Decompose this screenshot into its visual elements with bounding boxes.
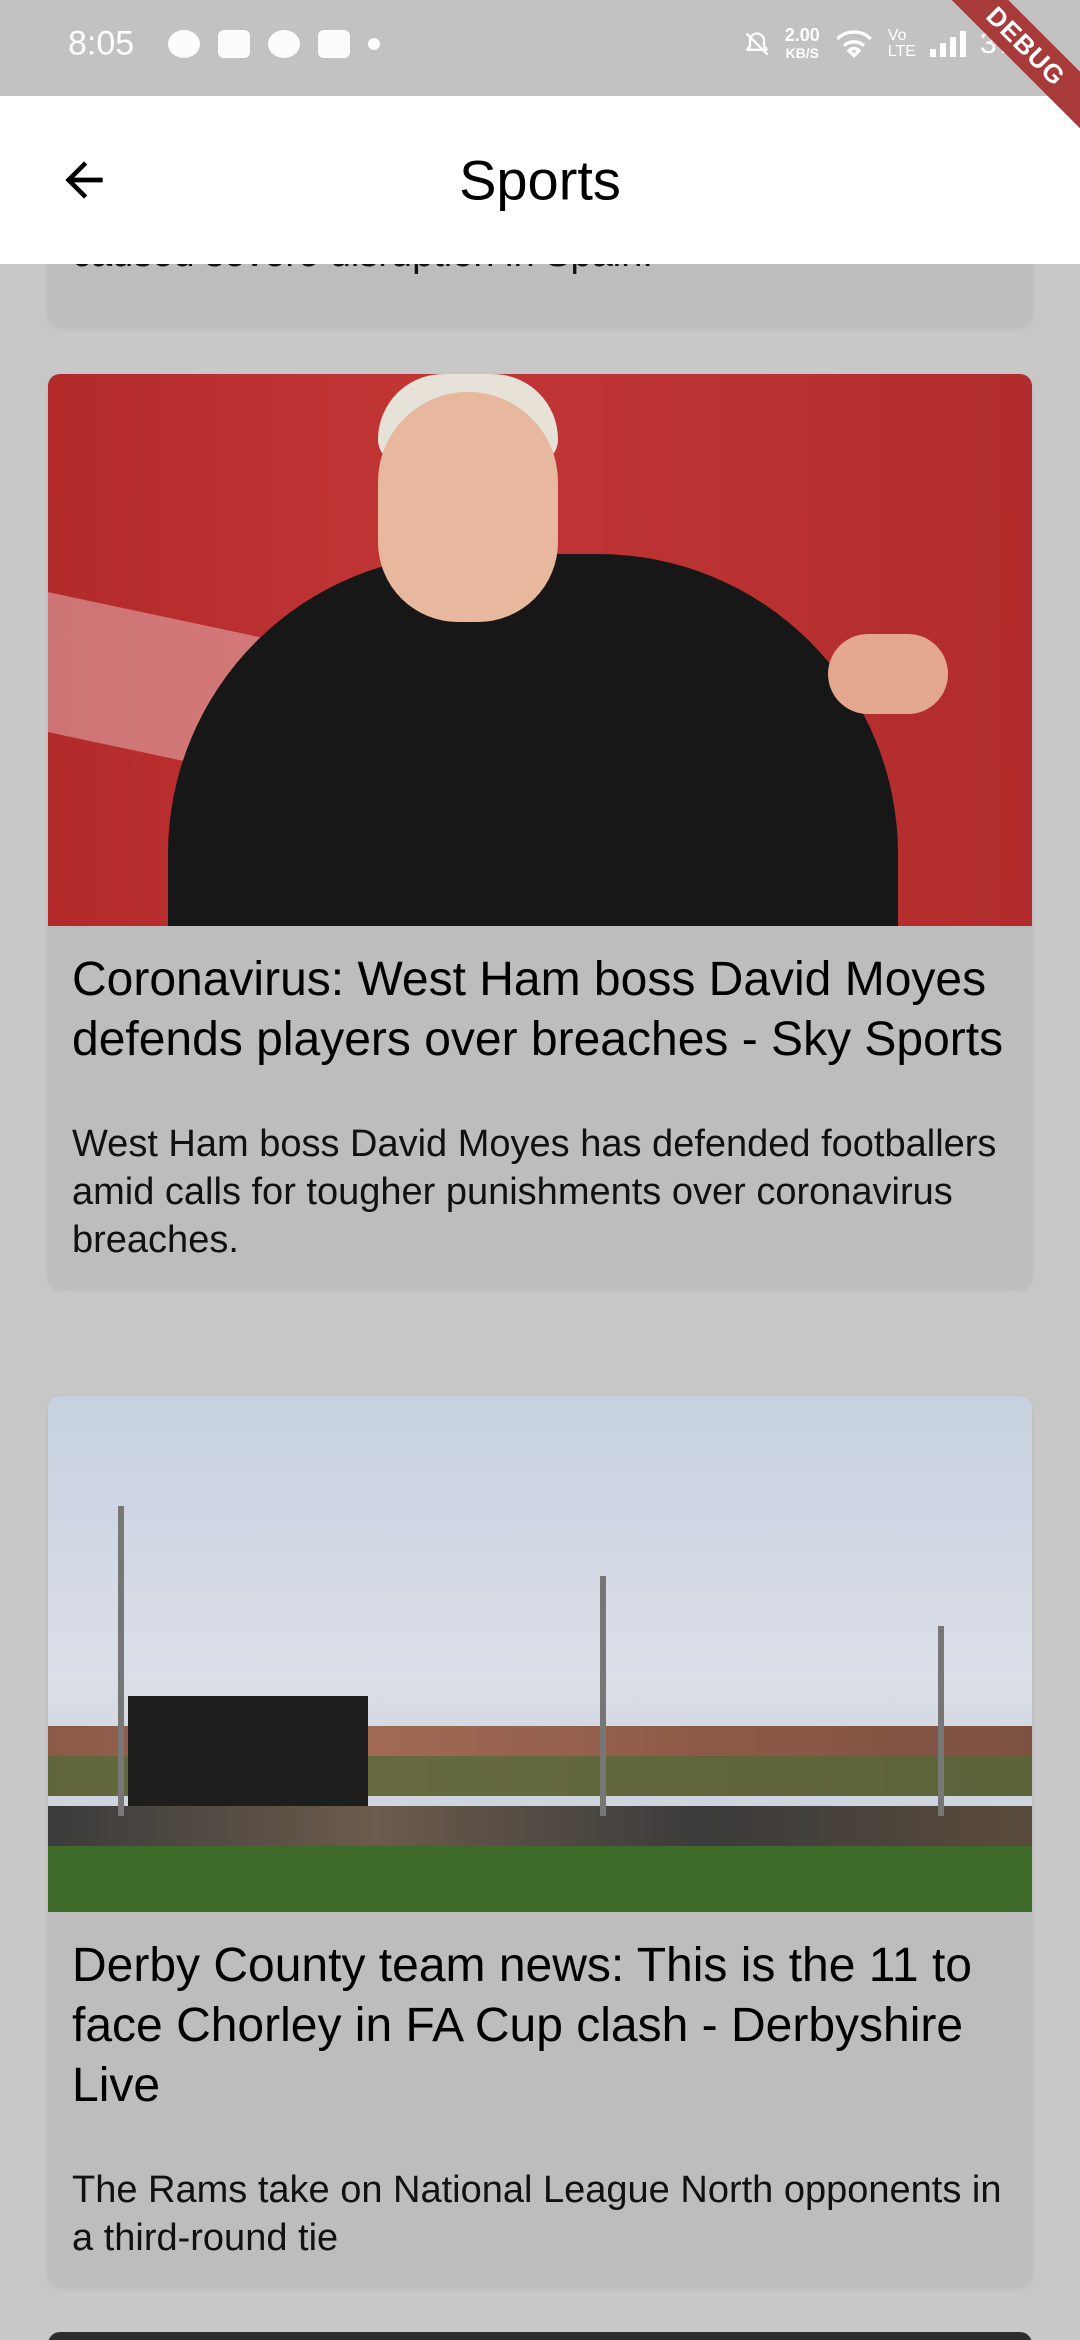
article-description: West Ham boss David Moyes has defended f… (72, 1123, 997, 1261)
notification-icons (168, 30, 380, 58)
network-speed: 2.00 KB/S (785, 26, 820, 62)
network-speed-value: 2.00 (784, 25, 820, 45)
page-title: Sports (459, 148, 621, 212)
article-card[interactable]: Derby County team news: This is the 11 t… (48, 1396, 1032, 2286)
jio-icon (168, 30, 200, 58)
bell-off-icon (745, 32, 769, 56)
article-title: Coronavirus: West Ham boss David Moyes d… (72, 953, 1004, 1066)
app-bar: Sports (0, 96, 1080, 264)
article-description: caused severe disruption in Spain. (72, 264, 1008, 278)
youtube-icon (318, 30, 350, 58)
network-speed-unit: KB/S (785, 45, 819, 61)
status-bar: 8:05 2.00 KB/S VoLTE 37% (0, 0, 1080, 96)
article-card[interactable]: caused severe disruption in Spain. (48, 264, 1032, 326)
article-image (48, 374, 1032, 926)
article-card[interactable]: Coronavirus: West Ham boss David Moyes d… (48, 374, 1032, 1288)
signal-icon (929, 31, 966, 57)
wifi-icon (835, 30, 872, 59)
status-time: 8:05 (68, 24, 135, 63)
article-description: The Rams take on National League North o… (72, 2169, 1002, 2259)
article-title: Derby County team news: This is the 11 t… (72, 1939, 972, 2112)
article-list[interactable]: caused severe disruption in Spain. Coron… (0, 264, 1080, 2340)
palette-icon (268, 30, 300, 58)
article-card[interactable] (48, 2332, 1032, 2340)
volte-icon: Vo LTE (887, 27, 916, 60)
calendar-icon (218, 30, 250, 58)
article-image (48, 1396, 1032, 1912)
more-dot-icon (368, 38, 380, 50)
